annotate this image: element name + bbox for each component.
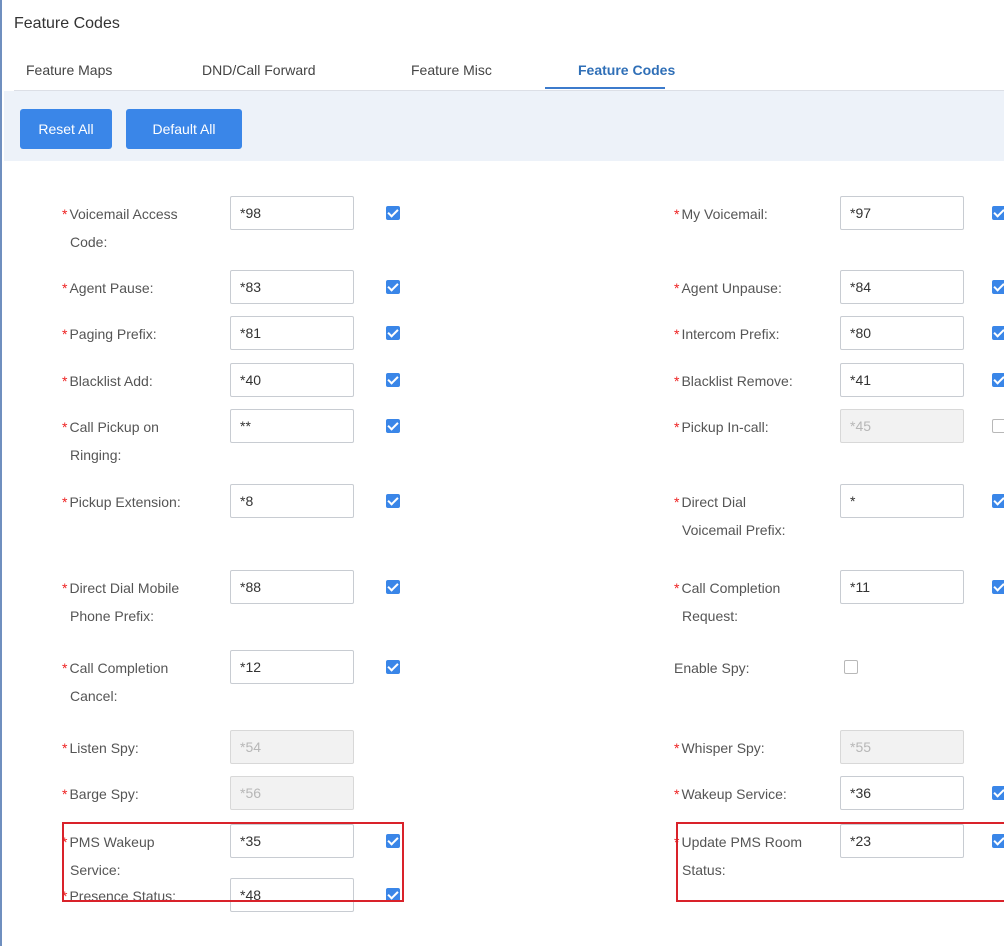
blacklist-remove-input[interactable]: *41 [840, 363, 964, 397]
blacklist-add-input[interactable]: *40 [230, 363, 354, 397]
required-marker: * [62, 494, 68, 510]
pickup-in-call-checkbox[interactable] [992, 419, 1004, 433]
call-pickup-on-ringing-checkbox[interactable] [386, 419, 400, 433]
paging-prefix-label: * Paging Prefix: [62, 326, 157, 342]
required-marker: * [674, 373, 680, 389]
my-voicemail-checkbox[interactable] [992, 206, 1004, 220]
required-marker: * [674, 740, 680, 756]
highlight-pms-wakeup [62, 822, 404, 902]
whisper-spy-label: * Whisper Spy: [674, 740, 765, 756]
required-marker: * [62, 580, 68, 596]
pickup-extension-input[interactable]: *8 [230, 484, 354, 518]
highlight-update-pms-room-status [676, 822, 1004, 902]
pickup-in-call-label: * Pickup In-call: [674, 419, 769, 435]
toolbar: Reset All Default All [4, 91, 1004, 161]
agent-pause-input[interactable]: *83 [230, 270, 354, 304]
intercom-prefix-input[interactable]: *80 [840, 316, 964, 350]
required-marker: * [674, 580, 680, 596]
direct-dial-voicemail-prefix-input[interactable]: * [840, 484, 964, 518]
direct-dial-voicemail-prefix-label: * Direct Dial Voicemail Prefix: [674, 494, 786, 538]
blacklist-remove-label: * Blacklist Remove: [674, 373, 793, 389]
required-marker: * [674, 494, 680, 510]
direct-dial-mobile-phone-prefix-label: * Direct Dial Mobile Phone Prefix: [62, 580, 180, 624]
call-pickup-on-ringing-input[interactable]: ** [230, 409, 354, 443]
required-marker: * [62, 280, 68, 296]
direct-dial-mobile-phone-prefix-checkbox[interactable] [386, 580, 400, 594]
page-title: Feature Codes [14, 15, 120, 32]
required-marker: * [674, 280, 680, 296]
intercom-prefix-label: * Intercom Prefix: [674, 326, 780, 342]
voicemail-access-code-input[interactable]: *98 [230, 196, 354, 230]
required-marker: * [674, 326, 680, 342]
required-marker: * [62, 786, 68, 802]
tab-feature-codes[interactable]: Feature Codes [578, 62, 675, 78]
voicemail-access-code-label: * Voicemail Access Code: [62, 206, 178, 250]
blacklist-remove-checkbox[interactable] [992, 373, 1004, 387]
call-pickup-on-ringing-label: * Call Pickup on Ringing: [62, 419, 159, 463]
paging-prefix-checkbox[interactable] [386, 326, 400, 340]
active-tab-indicator [545, 87, 665, 89]
call-completion-request-checkbox[interactable] [992, 580, 1004, 594]
wakeup-service-input[interactable]: *36 [840, 776, 964, 810]
enable-spy-checkbox[interactable] [844, 660, 858, 674]
tab-dnd-call-forward[interactable]: DND/Call Forward [202, 62, 316, 78]
wakeup-service-label: * Wakeup Service: [674, 786, 787, 802]
tab-bar: Feature Maps DND/Call Forward Feature Mi… [14, 52, 1004, 91]
call-completion-request-input[interactable]: *11 [840, 570, 964, 604]
enable-spy-label: Enable Spy: [674, 660, 750, 676]
direct-dial-mobile-phone-prefix-input[interactable]: *88 [230, 570, 354, 604]
required-marker: * [62, 419, 68, 435]
call-completion-cancel-label: * Call Completion Cancel: [62, 660, 169, 704]
my-voicemail-label: * My Voicemail: [674, 206, 768, 222]
blacklist-add-checkbox[interactable] [386, 373, 400, 387]
call-completion-cancel-checkbox[interactable] [386, 660, 400, 674]
required-marker: * [62, 740, 68, 756]
agent-unpause-label: * Agent Unpause: [674, 280, 782, 296]
required-marker: * [674, 419, 680, 435]
pickup-extension-label: * Pickup Extension: [62, 494, 181, 510]
listen-spy-input: *54 [230, 730, 354, 764]
agent-unpause-checkbox[interactable] [992, 280, 1004, 294]
whisper-spy-input: *55 [840, 730, 964, 764]
required-marker: * [62, 373, 68, 389]
wakeup-service-checkbox[interactable] [992, 786, 1004, 800]
tab-feature-misc[interactable]: Feature Misc [411, 62, 492, 78]
barge-spy-input: *56 [230, 776, 354, 810]
intercom-prefix-checkbox[interactable] [992, 326, 1004, 340]
required-marker: * [62, 206, 68, 222]
call-completion-cancel-input[interactable]: *12 [230, 650, 354, 684]
reset-all-button[interactable]: Reset All [20, 109, 112, 149]
tab-feature-maps[interactable]: Feature Maps [26, 62, 112, 78]
listen-spy-label: * Listen Spy: [62, 740, 139, 756]
barge-spy-label: * Barge Spy: [62, 786, 139, 802]
agent-pause-label: * Agent Pause: [62, 280, 154, 296]
pickup-extension-checkbox[interactable] [386, 494, 400, 508]
feature-codes-form: * Voicemail Access Code: *98 * My Voicemail: *… [18, 170, 1004, 946]
paging-prefix-input[interactable]: *81 [230, 316, 354, 350]
page-frame: Feature Codes Feature Maps DND/Call Forw… [0, 0, 1004, 946]
direct-dial-voicemail-prefix-checkbox[interactable] [992, 494, 1004, 508]
required-marker: * [674, 206, 680, 222]
voicemail-access-code-checkbox[interactable] [386, 206, 400, 220]
pickup-in-call-input: *45 [840, 409, 964, 443]
default-all-button[interactable]: Default All [126, 109, 242, 149]
blacklist-add-label: * Blacklist Add: [62, 373, 153, 389]
agent-pause-checkbox[interactable] [386, 280, 400, 294]
required-marker: * [674, 786, 680, 802]
my-voicemail-input[interactable]: *97 [840, 196, 964, 230]
required-marker: * [62, 660, 68, 676]
call-completion-request-label: * Call Completion Request: [674, 580, 781, 624]
required-marker: * [62, 326, 68, 342]
agent-unpause-input[interactable]: *84 [840, 270, 964, 304]
